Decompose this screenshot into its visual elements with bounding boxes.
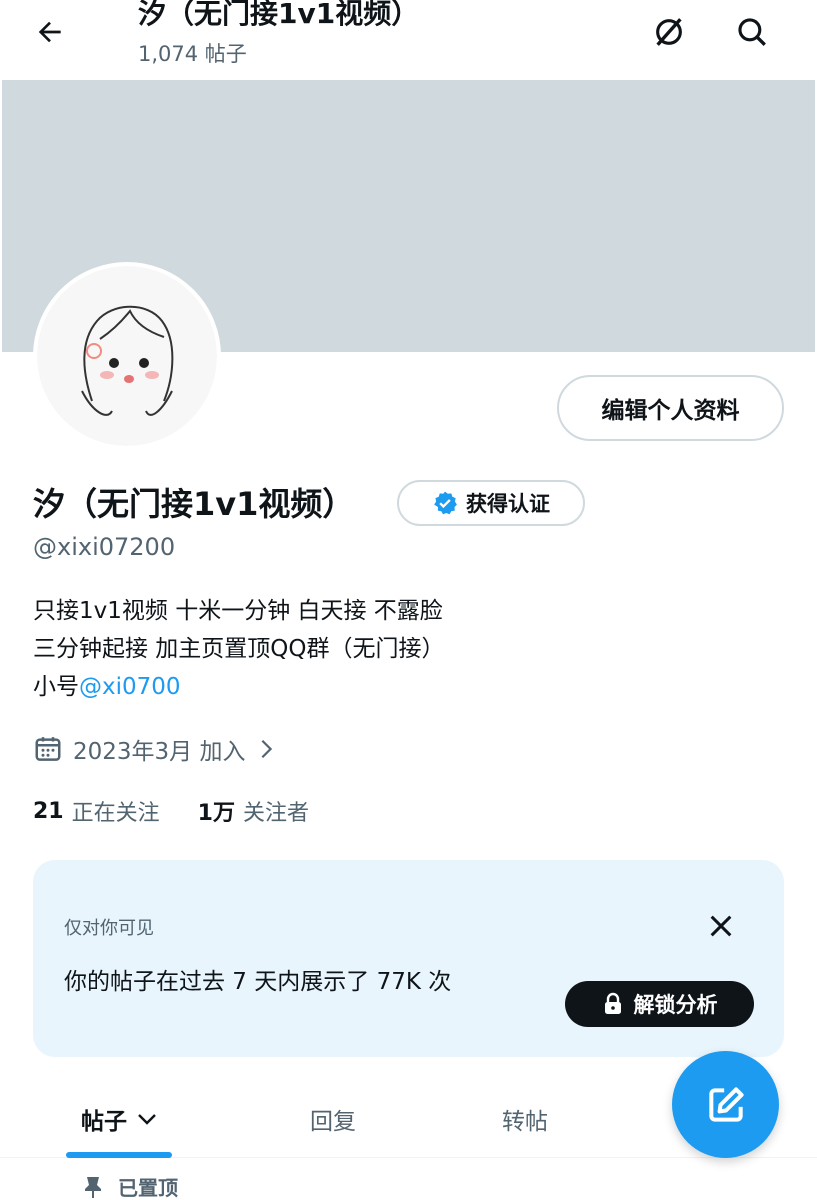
search-icon <box>738 18 766 46</box>
tab-reposts[interactable]: 转帖 <box>445 1080 605 1158</box>
compose-button[interactable] <box>672 1051 779 1158</box>
edit-profile-button[interactable]: 编辑个人资料 <box>557 375 784 441</box>
impressions-message: 你的帖子在过去 7 天内展示了 77K 次 <box>64 969 452 995</box>
bio-line: 小号@xi0700 <box>33 668 445 706</box>
pin-icon <box>85 1176 101 1198</box>
profile-display-name: 汐（无门接1v1视频） <box>33 485 355 523</box>
followers-link[interactable]: 1万 关注者 <box>198 795 309 827</box>
close-button[interactable] <box>703 908 739 944</box>
grok-icon <box>656 18 682 46</box>
header-title: 汐（无门接1v1视频） <box>138 0 420 30</box>
search-button[interactable] <box>732 12 772 52</box>
bio-line: 只接1v1视频 十米一分钟 白天接 不露脸 <box>33 598 443 624</box>
bio-prefix: 小号 <box>33 674 79 700</box>
mention-link[interactable]: @xi0700 <box>79 674 181 700</box>
joined-date[interactable]: 2023年3月 加入 <box>33 730 277 768</box>
lock-icon <box>604 992 621 1014</box>
top-bar: 汐（无门接1v1视频） 1,074 帖子 <box>0 0 817 80</box>
calendar-icon <box>35 737 61 761</box>
chevron-right-icon <box>262 739 273 759</box>
tab-label: 帖子 <box>81 1109 127 1135</box>
header-post-count: 1,074 帖子 <box>138 42 247 66</box>
compose-icon <box>708 1086 744 1122</box>
pinned-indicator: 已置顶 <box>82 1172 178 1200</box>
analytics-card: 仅对你可见 你的帖子在过去 7 天内展示了 77K 次 解锁分析 <box>33 860 784 1057</box>
follow-stats: 21 正在关注 1万 关注者 <box>33 795 347 827</box>
arrow-left-icon <box>38 21 61 43</box>
joined-label: 2023年3月 加入 <box>73 739 246 765</box>
bio-line: 三分钟起接 加主页置顶QQ群（无门接） <box>33 636 445 662</box>
following-count: 21 <box>33 798 64 824</box>
back-button[interactable] <box>30 12 70 52</box>
visibility-note: 仅对你可见 <box>64 918 154 939</box>
active-tab-indicator <box>66 1152 172 1158</box>
close-icon <box>710 915 732 937</box>
get-verified-button[interactable]: 获得认证 <box>397 480 585 526</box>
tab-posts[interactable]: 帖子 <box>40 1080 200 1158</box>
avatar[interactable] <box>33 262 221 450</box>
following-label: 正在关注 <box>71 801 160 826</box>
grok-button[interactable] <box>649 12 689 52</box>
tab-label: 转帖 <box>502 1109 548 1135</box>
chevron-down-icon <box>138 1114 156 1125</box>
tab-label: 回复 <box>310 1109 356 1135</box>
get-verified-label: 获得认证 <box>466 492 550 516</box>
profile-bio: 只接1v1视频 十米一分钟 白天接 不露脸 三分钟起接 加主页置顶QQ群（无门接… <box>33 592 445 706</box>
following-link[interactable]: 21 正在关注 <box>33 795 160 827</box>
pinned-label: 已置顶 <box>118 1176 178 1200</box>
tab-replies[interactable]: 回复 <box>253 1080 413 1158</box>
profile-handle: @xixi07200 <box>33 533 176 561</box>
verified-badge-icon <box>434 491 457 515</box>
unlock-label: 解锁分析 <box>633 993 718 1017</box>
avatar-illustration <box>81 305 174 416</box>
followers-count: 1万 <box>197 801 235 826</box>
followers-label: 关注者 <box>242 801 309 826</box>
unlock-analytics-button[interactable]: 解锁分析 <box>565 981 754 1027</box>
